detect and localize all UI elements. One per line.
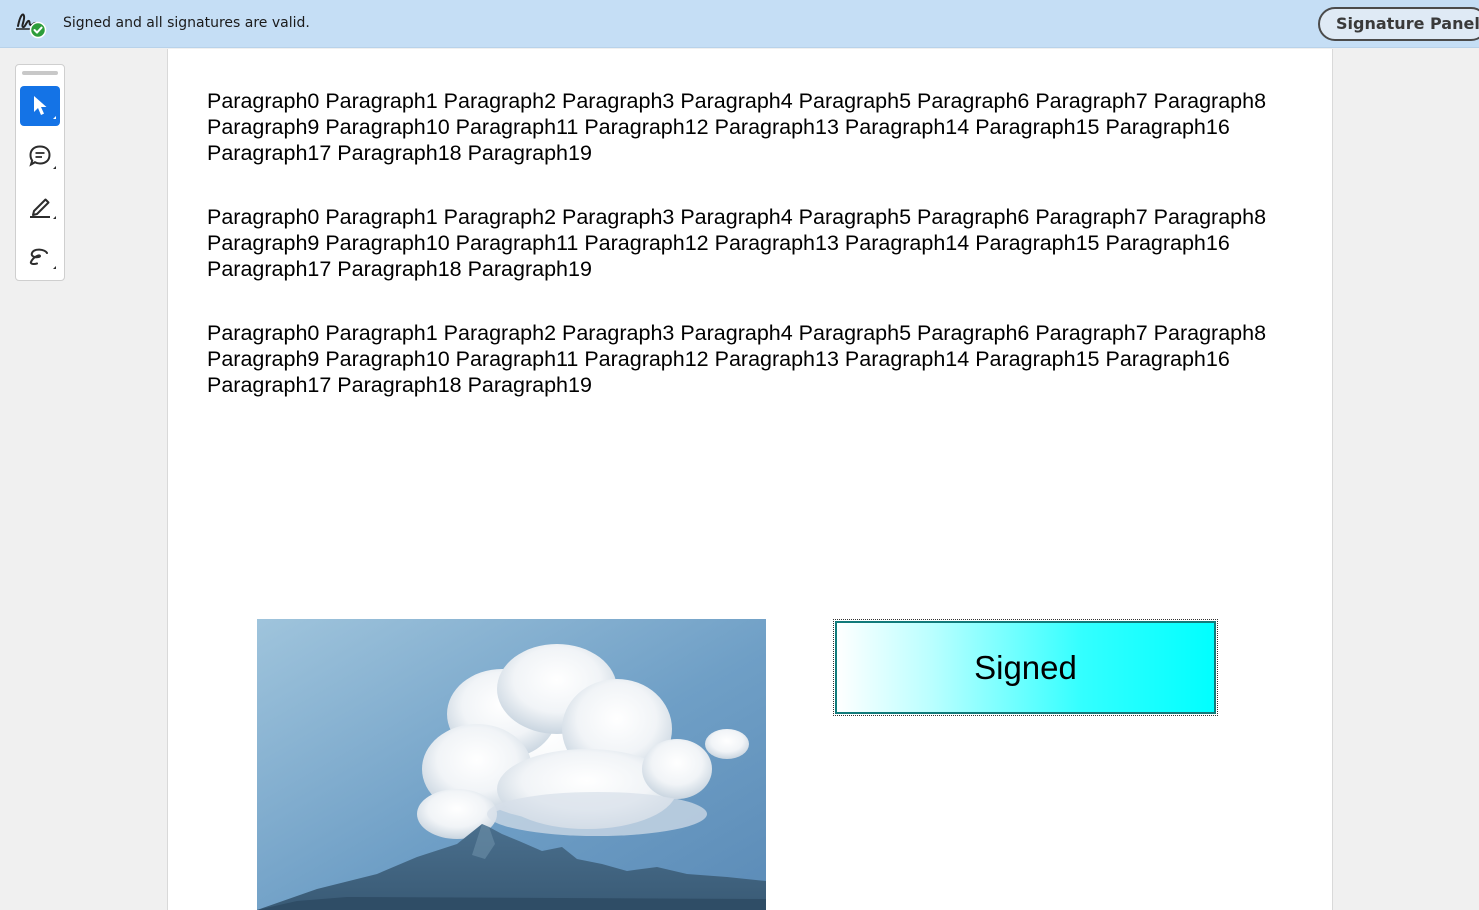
comment-icon	[29, 145, 56, 169]
signature-field[interactable]: Signed	[833, 619, 1218, 716]
signature-field-label: Signed	[835, 621, 1216, 714]
signature-status-bar: Signed and all signatures are valid. Sig…	[0, 0, 1479, 48]
paragraph-block: Paragraph0 Paragraph1 Paragraph2 Paragra…	[207, 89, 1267, 165]
drag-handle[interactable]	[22, 71, 58, 75]
paragraph-block: Paragraph0 Paragraph1 Paragraph2 Paragra…	[207, 205, 1267, 281]
mountain-cloud-photo	[257, 619, 766, 910]
freehand-icon	[29, 248, 56, 269]
document-page: Paragraph0 Paragraph1 Paragraph2 Paragra…	[167, 49, 1333, 910]
pointer-icon	[34, 96, 56, 119]
comment-tool-button[interactable]	[20, 136, 60, 176]
paragraph-block: Paragraph0 Paragraph1 Paragraph2 Paragra…	[207, 321, 1267, 397]
signature-valid-icon	[14, 6, 48, 40]
pen-icon	[30, 198, 56, 219]
pen-tool-button[interactable]	[20, 186, 60, 226]
signature-status-text: Signed and all signatures are valid.	[63, 15, 310, 31]
quick-tools-rail	[15, 64, 65, 281]
signature-panel-button[interactable]: Signature Panel	[1318, 7, 1479, 41]
select-tool-button[interactable]	[20, 86, 60, 126]
freehand-tool-button[interactable]	[20, 236, 60, 276]
